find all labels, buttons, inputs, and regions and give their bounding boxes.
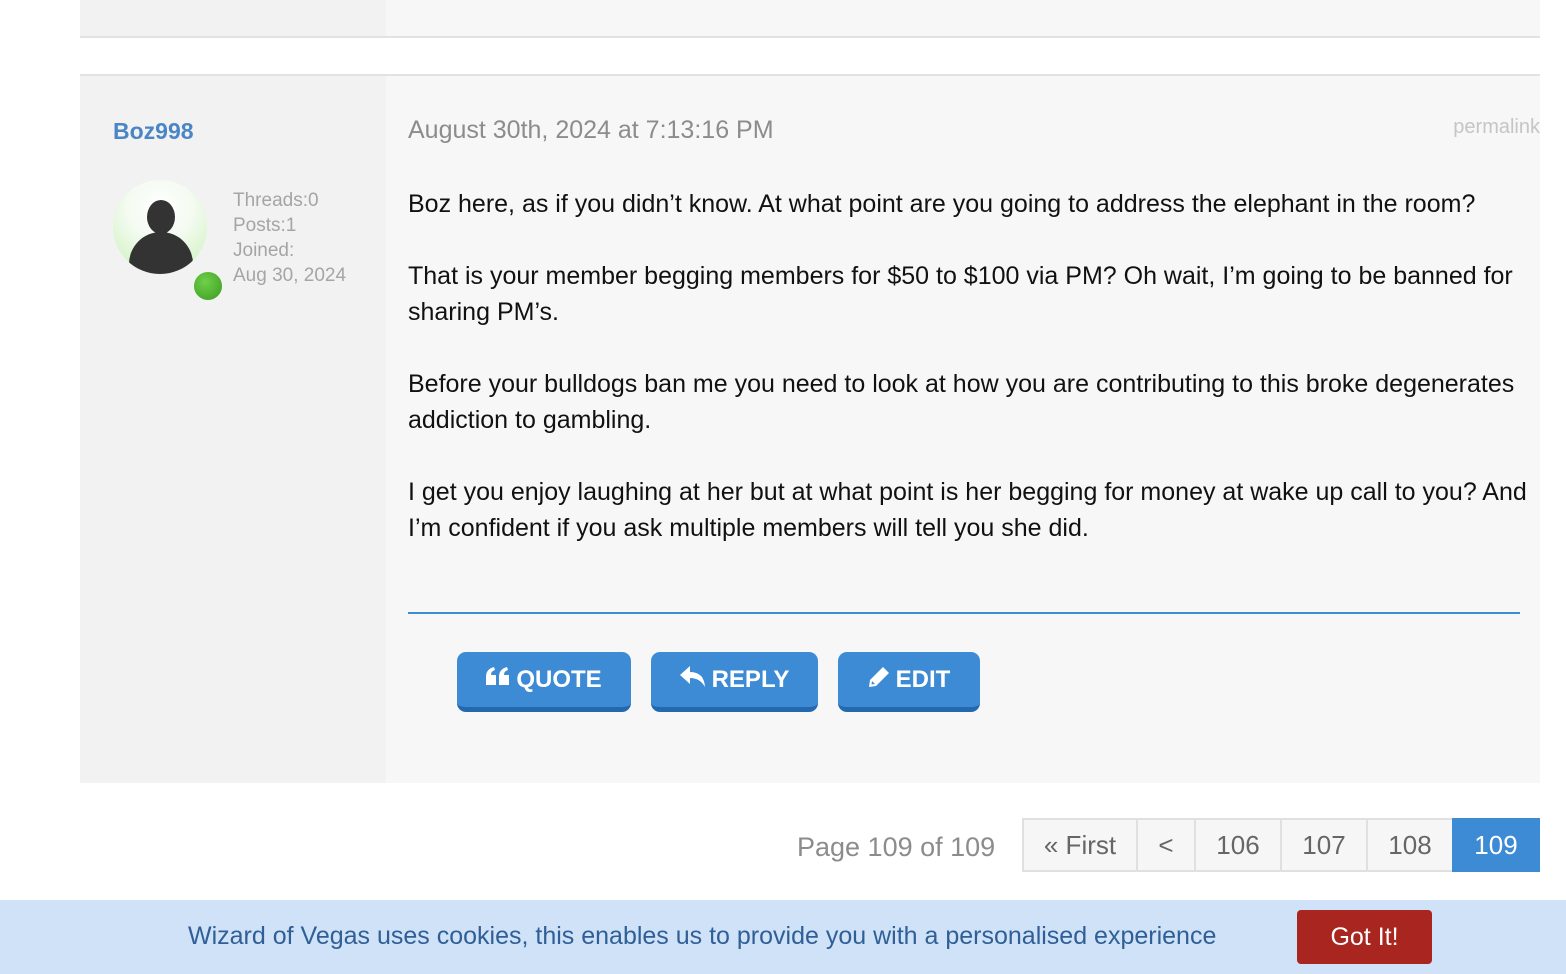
message-paragraph: Boz here, as if you didn’t know. At what… (408, 190, 1476, 218)
author-stats: Threads:0 Posts:1 Joined: Aug 30, 2024 (233, 188, 346, 288)
avatar[interactable] (113, 180, 207, 274)
post-author-sidebar: Boz998 Threads:0 Posts:1 Joined: Aug 30,… (80, 76, 386, 783)
edit-button-label: EDIT (895, 665, 951, 693)
post-message: Boz here, as if you didn’t know. At what… (408, 186, 1528, 582)
threads-count: Threads:0 (233, 190, 319, 211)
post-timestamp: August 30th, 2024 at 7:13:16 PM (408, 116, 774, 144)
pagination-prev[interactable]: < (1136, 818, 1196, 872)
reply-arrow-icon (679, 666, 706, 693)
pagination-page-current[interactable]: 109 (1452, 818, 1540, 872)
joined-date: Aug 30, 2024 (233, 265, 347, 286)
previous-post-sidebar (80, 0, 386, 36)
post-divider (408, 612, 1520, 614)
cookie-accept-button[interactable]: Got It! (1297, 910, 1432, 964)
post-content: August 30th, 2024 at 7:13:16 PM permalin… (408, 76, 1540, 783)
pagination-page-107[interactable]: 107 (1280, 818, 1368, 872)
author-username-link[interactable]: Boz998 (113, 118, 194, 145)
reply-button-label: REPLY (711, 665, 790, 693)
pagination-page-108[interactable]: 108 (1366, 818, 1454, 872)
forum-post: Boz998 Threads:0 Posts:1 Joined: Aug 30,… (80, 74, 1540, 783)
permalink-link[interactable]: permalink (1453, 116, 1540, 139)
posts-count: Posts:1 (233, 215, 297, 236)
pagination: « First < 106 107 108 109 (1022, 818, 1540, 872)
avatar-head-silhouette (147, 200, 175, 234)
quote-icon (486, 667, 510, 692)
edit-button[interactable]: EDIT (838, 652, 980, 712)
pencil-icon (868, 666, 890, 693)
message-paragraph: Before your bulldogs ban me you need to … (408, 370, 1515, 434)
quote-button[interactable]: QUOTE (457, 652, 631, 712)
previous-post-bottom (80, 0, 1540, 38)
message-paragraph: That is your member begging members for … (408, 262, 1513, 326)
pagination-label: Page 109 of 109 (797, 832, 996, 862)
avatar-body-silhouette (129, 232, 193, 274)
pagination-page-106[interactable]: 106 (1194, 818, 1282, 872)
message-paragraph: I get you enjoy laughing at her but at w… (408, 478, 1527, 542)
online-status-icon (192, 270, 224, 302)
quote-button-label: QUOTE (516, 665, 602, 693)
reply-button[interactable]: REPLY (651, 652, 818, 712)
pagination-first[interactable]: « First (1022, 818, 1138, 872)
cookie-message: Wizard of Vegas uses cookies, this enabl… (188, 922, 1217, 950)
cookie-banner: Wizard of Vegas uses cookies, this enabl… (0, 900, 1566, 974)
joined-label: Joined: (233, 240, 295, 261)
